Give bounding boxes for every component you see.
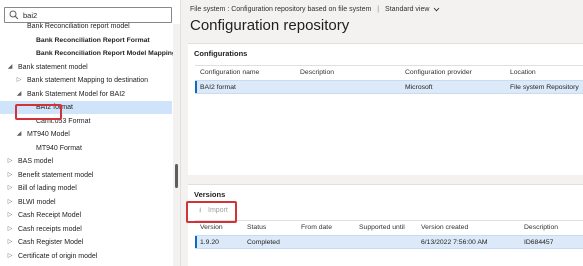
tree-item[interactable]: ▷ Cash receipts model <box>0 223 172 236</box>
main-content: File system : Configuration repository b… <box>186 0 583 266</box>
view-selector[interactable]: Standard view <box>385 6 440 13</box>
tree-item[interactable]: ▷ BAS model <box>0 155 172 168</box>
tree-item-label: Cash receipts model <box>18 225 82 233</box>
column-header[interactable]: Location <box>510 66 536 80</box>
column-header[interactable]: Configuration name <box>200 66 259 80</box>
column-header[interactable]: Status <box>247 221 266 235</box>
tree-item-label: MT940 Model <box>27 131 70 138</box>
highlight-box-bai2-format <box>15 104 62 120</box>
versions-heading: Versions <box>194 190 226 199</box>
tree-item[interactable]: ◢ Bank Statement Model for BAI2 <box>0 88 172 101</box>
tree-item[interactable]: ▷ Bank statement Mapping to destination <box>0 74 172 87</box>
tree-item[interactable]: ◢ Bank statement model <box>0 61 172 74</box>
search-icon <box>9 10 19 20</box>
configurations-header-row: Configuration name Description Configurati… <box>195 66 583 80</box>
tree-item-label: MT940 Format <box>36 144 82 152</box>
expand-right-icon[interactable]: ▷ <box>6 209 14 222</box>
tree-item-label: BAS model <box>18 158 54 165</box>
versions-grid: Version Status From date Supported until Ver… <box>195 220 583 266</box>
column-header[interactable]: Supported until <box>359 221 405 235</box>
tree-scrollbar-thumb[interactable] <box>175 164 178 188</box>
tree-item[interactable]: ▷ Benefit statement model <box>0 169 172 182</box>
chevron-down-icon <box>434 7 440 12</box>
column-header[interactable]: Description <box>524 221 558 235</box>
configurations-heading: Configurations <box>194 49 248 58</box>
table-cell: Completed <box>247 239 280 246</box>
expand-right-icon[interactable]: ▷ <box>6 155 14 168</box>
expand-right-icon[interactable]: ▷ <box>6 236 14 249</box>
table-cell: 1.9.20 <box>200 239 219 246</box>
configuration-row[interactable]: BAI2 format Microsoft File system Reposito… <box>195 80 583 94</box>
tree-item-label: Bill of lading model <box>18 185 77 192</box>
highlight-box-import <box>186 201 237 223</box>
table-cell: File system Repository <box>510 84 579 91</box>
expand-right-icon[interactable]: ▷ <box>6 182 14 195</box>
tree-item[interactable]: MT940 Format <box>0 142 172 155</box>
table-cell: ID684457 <box>524 239 554 246</box>
tree-item-label: Benefit statement model <box>18 171 94 179</box>
tree-scrollbar[interactable] <box>173 24 180 266</box>
tree-item-label: Bank Statement Model for BAI2 <box>27 90 126 98</box>
table-cell: 6/13/2022 7:56:00 AM <box>421 239 488 246</box>
expand-right-icon[interactable]: ▷ <box>15 74 23 87</box>
configurations-section: Configurations Configuration name Descrip… <box>188 43 583 175</box>
breadcrumb-separator: | <box>377 6 380 13</box>
column-header[interactable]: Version created <box>421 221 468 235</box>
column-header[interactable]: From date <box>301 221 332 235</box>
tree-item[interactable]: Bank Reconciliation Report Format <box>0 34 172 47</box>
tree-item[interactable]: ◢ MT940 Model <box>0 128 172 141</box>
column-header[interactable]: Configuration provider <box>405 66 472 80</box>
expand-right-icon[interactable]: ▷ <box>6 196 14 209</box>
tree-item[interactable]: Bank Reconciliation Report Model Mapping <box>0 47 176 60</box>
versions-section: Versions ⭳ Import Version Status From date… <box>188 184 583 266</box>
version-row[interactable]: 1.9.20 Completed 6/13/2022 7:56:00 AM ID684… <box>195 235 583 249</box>
navigation-tree-panel: Bank Reconciliation report model Bank Rec… <box>0 0 181 266</box>
tree-item-label: Bank Reconciliation Report Model Mapping <box>36 50 177 57</box>
tree-item-label: Bank statement model <box>18 63 88 71</box>
page-title: Configuration repository <box>190 17 350 34</box>
tree-item-label: Cash Register Model <box>18 239 84 246</box>
breadcrumb: File system : Configuration repository b… <box>190 6 440 13</box>
tree-item[interactable]: ▷ Cash Receipt Model <box>0 209 172 222</box>
tree-item[interactable]: ▷ Certificate of origin model <box>0 250 172 263</box>
tree-item[interactable]: Bank Reconciliation report model <box>0 20 172 33</box>
table-cell: Microsoft <box>405 84 433 91</box>
tree-item-label: Bank Reconciliation Report Format <box>36 36 150 44</box>
table-cell: BAI2 format <box>200 84 236 91</box>
expand-down-icon[interactable]: ◢ <box>6 61 14 74</box>
tree-item[interactable]: ▷ BLWI model <box>0 196 172 209</box>
breadcrumb-path: File system : Configuration repository b… <box>190 6 372 13</box>
tree-item[interactable]: ▷ Cash Register Model <box>0 236 172 249</box>
tree-item-label: Certificate of origin model <box>18 252 98 260</box>
tree-item[interactable]: ▷ Bill of lading model <box>0 182 172 195</box>
expand-right-icon[interactable]: ▷ <box>6 169 14 182</box>
expand-right-icon[interactable]: ▷ <box>6 223 14 236</box>
expand-down-icon[interactable]: ◢ <box>15 88 23 101</box>
configurations-grid: Configuration name Description Configurati… <box>195 65 583 175</box>
tree-item-label: Cash Receipt Model <box>18 212 82 219</box>
tree-item-label: Bank Reconciliation report model <box>27 23 130 30</box>
column-header[interactable]: Version <box>200 221 223 235</box>
expand-right-icon[interactable]: ▷ <box>6 250 14 263</box>
view-selector-label: Standard view <box>385 6 430 13</box>
expand-down-icon[interactable]: ◢ <box>15 128 23 141</box>
column-header[interactable]: Description <box>300 66 334 80</box>
versions-header-row: Version Status From date Supported until Ver… <box>195 221 583 235</box>
tree-item-label: Bank statement Mapping to destination <box>27 77 149 84</box>
tree-item-label: BLWI model <box>18 198 56 206</box>
